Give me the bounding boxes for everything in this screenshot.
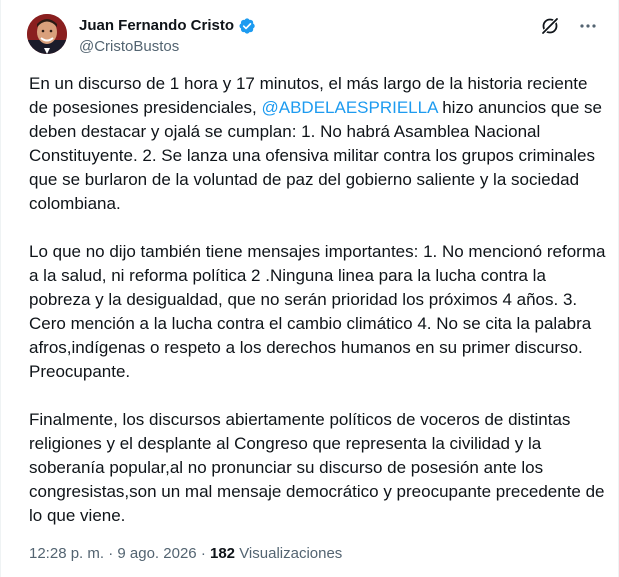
grok-icon[interactable]	[540, 16, 560, 36]
avatar-image	[27, 14, 67, 54]
author-name-row[interactable]: Juan Fernando Cristo	[79, 16, 256, 36]
views-label: Visualizaciones	[239, 545, 343, 562]
tweet-body: En un discurso de 1 hora y 17 minutos, e…	[29, 72, 609, 552]
more-options-icon[interactable]	[578, 16, 598, 36]
tweet-meta: 12:28 p. m. · 9 ago. 2026 · 182 Visualiz…	[29, 544, 342, 564]
author-handle[interactable]: @CristoBustos	[79, 37, 179, 57]
tweet-paragraph-2: Lo que no dijo también tiene mensajes im…	[29, 242, 606, 381]
views-count: 182	[209, 545, 236, 562]
tweet-top-actions	[540, 16, 598, 36]
tweet-paragraph-3: Finalmente, los discursos abiertamente p…	[29, 410, 605, 525]
tweet-paragraph-1: En un discurso de 1 hora y 17 minutos, e…	[29, 72, 609, 216]
tweet-time[interactable]: 12:28 p. m.	[29, 545, 104, 562]
mention-link[interactable]: @ABDELAESPRIELLA	[261, 98, 437, 117]
avatar[interactable]	[27, 14, 67, 54]
verified-badge-icon	[238, 17, 256, 35]
author-display-name[interactable]: Juan Fernando Cristo	[79, 16, 234, 36]
tweet-card: Juan Fernando Cristo @CristoBustos En un…	[0, 0, 619, 577]
tweet-date[interactable]: 9 ago. 2026	[117, 545, 196, 562]
meta-separator-2: ·	[200, 545, 206, 562]
meta-separator: ·	[108, 545, 114, 562]
